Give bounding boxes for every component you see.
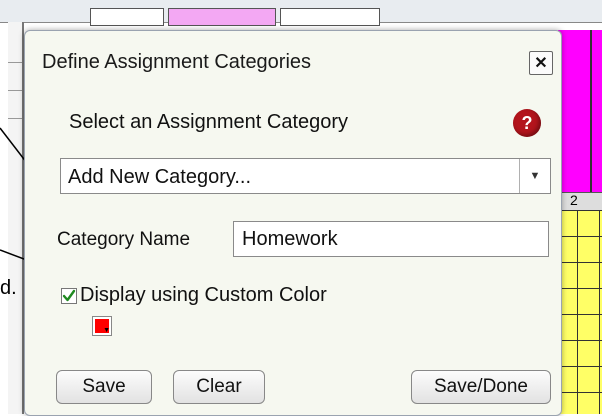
color-fill: ▼	[95, 319, 110, 334]
help-icon[interactable]: ?	[513, 109, 541, 137]
category-select[interactable]: Add New Category... ▼	[60, 158, 551, 194]
custom-color-row: Display using Custom Color	[61, 284, 327, 307]
custom-color-checkbox[interactable]	[61, 287, 77, 304]
custom-color-label: Display using Custom Color	[80, 284, 327, 306]
category-name-label: Category Name	[57, 229, 191, 250]
category-name-input[interactable]	[233, 221, 549, 257]
save-done-button[interactable]: Save/Done	[411, 370, 551, 404]
define-assignment-categories-dialog: Define Assignment Categories ✕ Select an…	[24, 30, 562, 416]
close-button[interactable]: ✕	[529, 51, 553, 75]
chevron-down-icon[interactable]: ▼	[519, 159, 550, 193]
category-select-value: Add New Category...	[68, 166, 252, 188]
caret-down-icon: ▼	[103, 327, 110, 334]
clear-button[interactable]: Clear	[173, 370, 265, 404]
save-button[interactable]: Save	[56, 370, 152, 404]
color-picker-swatch[interactable]: ▼	[92, 316, 112, 336]
dialog-title: Define Assignment Categories	[42, 51, 312, 73]
close-icon: ✕	[534, 55, 548, 72]
checkmark-icon	[62, 289, 76, 301]
select-category-label: Select an Assignment Category	[69, 111, 349, 133]
